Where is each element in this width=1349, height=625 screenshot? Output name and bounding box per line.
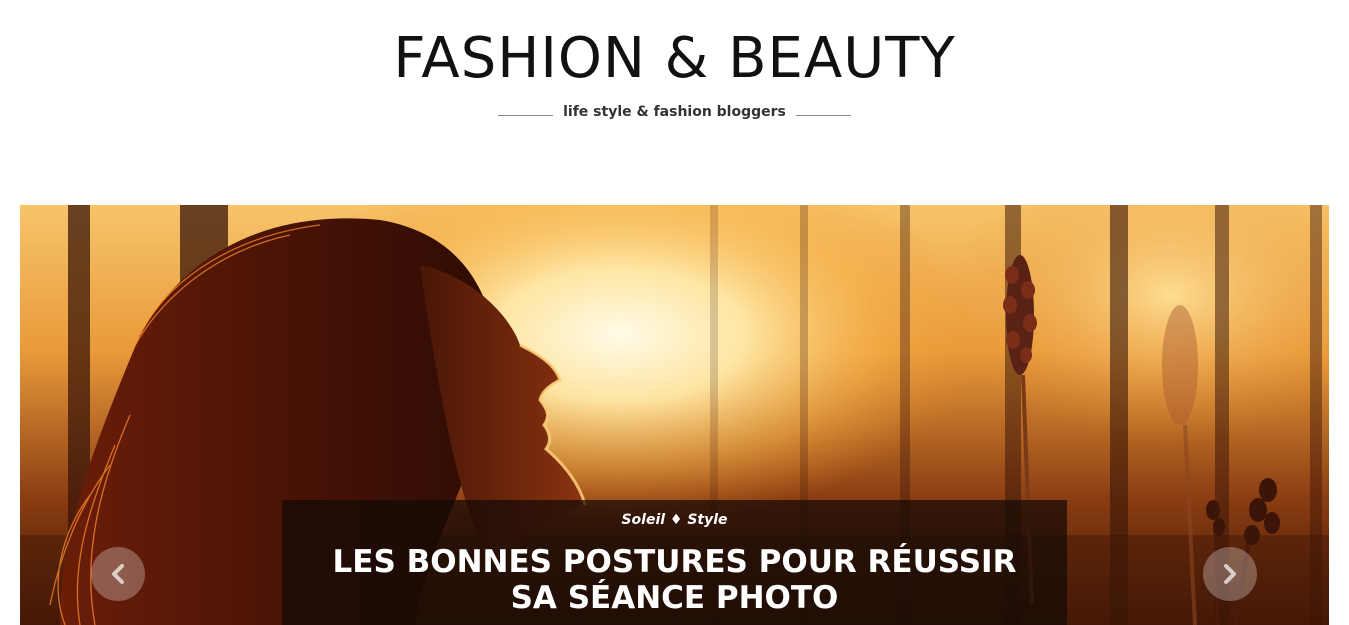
- hero-slider: Soleil ♦ Style LES BONNES POSTURES POUR …: [20, 205, 1329, 625]
- chevron-right-icon: [1220, 563, 1240, 585]
- slider-prev-button[interactable]: [91, 547, 145, 601]
- tagline-row: life style & fashion bloggers: [0, 100, 1349, 124]
- site-tagline: life style & fashion bloggers: [563, 104, 786, 120]
- slider-next-button[interactable]: [1203, 547, 1257, 601]
- slide-caption: Soleil ♦ Style LES BONNES POSTURES POUR …: [282, 500, 1067, 625]
- site-title[interactable]: FASHION & BEAUTY: [0, 24, 1349, 94]
- site-header: FASHION & BEAUTY life style & fashion bl…: [0, 0, 1349, 160]
- slide-title[interactable]: LES BONNES POSTURES POUR RÉUSSIR SA SÉAN…: [322, 544, 1027, 616]
- slide-category[interactable]: Soleil ♦ Style: [282, 512, 1067, 528]
- tagline-divider-left: [498, 114, 554, 116]
- tagline-divider-right: [795, 114, 851, 116]
- chevron-left-icon: [108, 563, 128, 585]
